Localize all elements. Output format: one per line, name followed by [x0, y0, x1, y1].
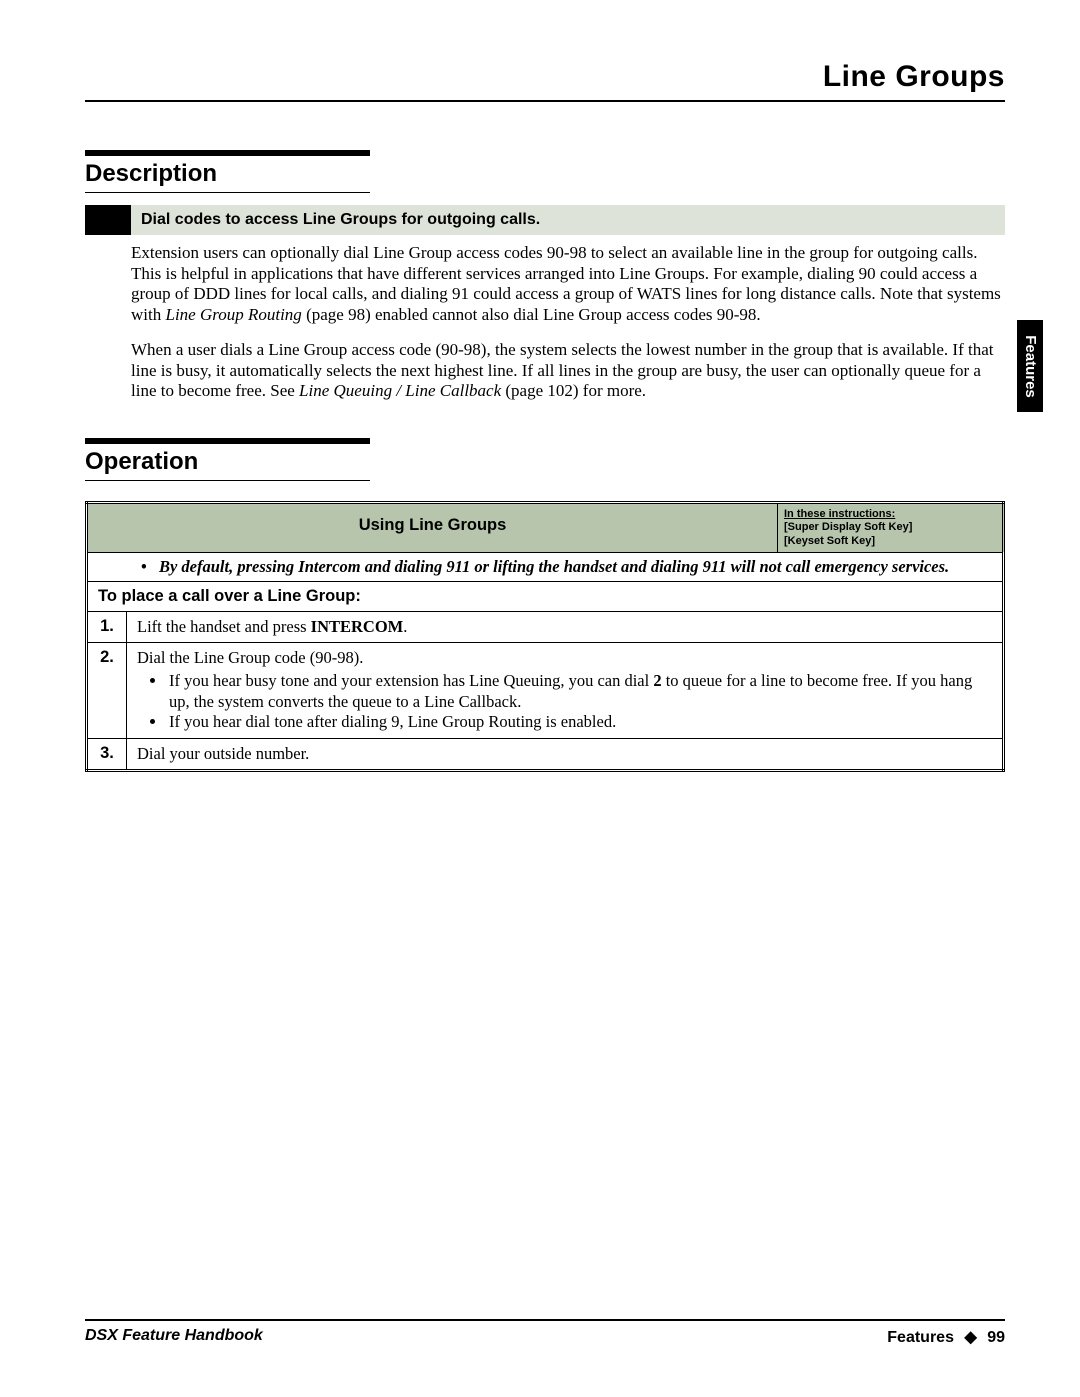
p2b: (page 102) for more. [501, 381, 646, 400]
footer-page-info: Features ◆ 99 [887, 1327, 1005, 1347]
step3-a: Dial your outside number. [137, 744, 309, 763]
step-body: Dial the Line Group code (90-98). If you… [127, 643, 1004, 739]
step2-b1: If you hear busy tone and your extension… [167, 671, 992, 712]
side-tab-features: Features [1017, 320, 1043, 412]
page: Line Groups Description Dial codes to ac… [85, 60, 1005, 1332]
page-title: Line Groups [85, 60, 1005, 100]
description-callout: Dial codes to access Line Groups for out… [85, 205, 1005, 235]
op-notes-underline: In these instructions: [784, 508, 895, 520]
step-num: 2. [87, 643, 127, 739]
b1a: If you hear busy tone and your extension… [169, 671, 653, 690]
op-warning-text: • By default, pressing Intercom and dial… [87, 552, 1004, 581]
op-notes-l2: [Keyset Soft Key] [784, 535, 875, 547]
section-operation: Operation Using Line Groups In these ins… [85, 438, 1005, 772]
op-subheader-row: To place a call over a Line Group: [87, 581, 1004, 611]
footer-book-title: DSX Feature Handbook [85, 1327, 263, 1347]
step-body: Lift the handset and press INTERCOM. [127, 611, 1004, 643]
section-title-description: Description [85, 160, 1005, 188]
diamond-icon: ◆ [964, 1329, 976, 1346]
description-paragraph-2: When a user dials a Line Group access co… [131, 340, 1005, 402]
step-body: Dial your outside number. [127, 738, 1004, 771]
op-subheader-text: To place a call over a Line Group: [87, 581, 1004, 611]
footer-section-label: Features [887, 1329, 954, 1346]
op-table-title: Using Line Groups [88, 504, 777, 552]
footer-page-number: 99 [987, 1329, 1005, 1346]
section-description-head: Description [85, 150, 1005, 193]
section-title-operation: Operation [85, 448, 1005, 476]
section-rule-top-2 [85, 438, 370, 444]
step1-bold: INTERCOM [311, 617, 404, 636]
callout-text: Dial codes to access Line Groups for out… [131, 205, 1005, 235]
op-table-header: Using Line Groups In these instructions:… [87, 503, 1004, 553]
step2-b2: If you hear dial tone after dialing 9, L… [167, 712, 992, 733]
b1bold: 2 [653, 671, 661, 690]
step1-a: Lift the handset and press [137, 617, 311, 636]
section-operation-head: Operation [85, 438, 1005, 481]
op-step-3: 3. Dial your outside number. [87, 738, 1004, 771]
b2a: If you hear dial tone after dialing 9, L… [169, 712, 616, 731]
op-step-1: 1. Lift the handset and press INTERCOM. [87, 611, 1004, 643]
callout-black-box [85, 205, 131, 235]
page-footer: DSX Feature Handbook Features ◆ 99 [85, 1319, 1005, 1347]
step1-b: . [403, 617, 407, 636]
side-tab-label: Features [1022, 335, 1039, 398]
p2ref: Line Queuing / Line Callback [299, 381, 501, 400]
op-table-notes: In these instructions: [Super Display So… [777, 504, 1002, 552]
step2-bullets: If you hear busy tone and your extension… [167, 671, 992, 733]
op-step-2: 2. Dial the Line Group code (90-98). If … [87, 643, 1004, 739]
p1ref: Line Group Routing [165, 305, 301, 324]
description-paragraph-1: Extension users can optionally dial Line… [131, 243, 1005, 326]
op-warning-row: • By default, pressing Intercom and dial… [87, 552, 1004, 581]
step-num: 3. [87, 738, 127, 771]
p1b: (page 98) enabled cannot also dial Line … [302, 305, 761, 324]
op-notes-l1: [Super Display Soft Key] [784, 521, 912, 533]
section-rule-bottom [85, 192, 370, 193]
section-rule-bottom-2 [85, 480, 370, 481]
footer-rule [85, 1319, 1005, 1321]
operation-table: Using Line Groups In these instructions:… [85, 501, 1005, 772]
step2-a: Dial the Line Group code (90-98). [137, 648, 363, 667]
step-num: 1. [87, 611, 127, 643]
section-rule-top [85, 150, 370, 156]
header-rule [85, 100, 1005, 102]
